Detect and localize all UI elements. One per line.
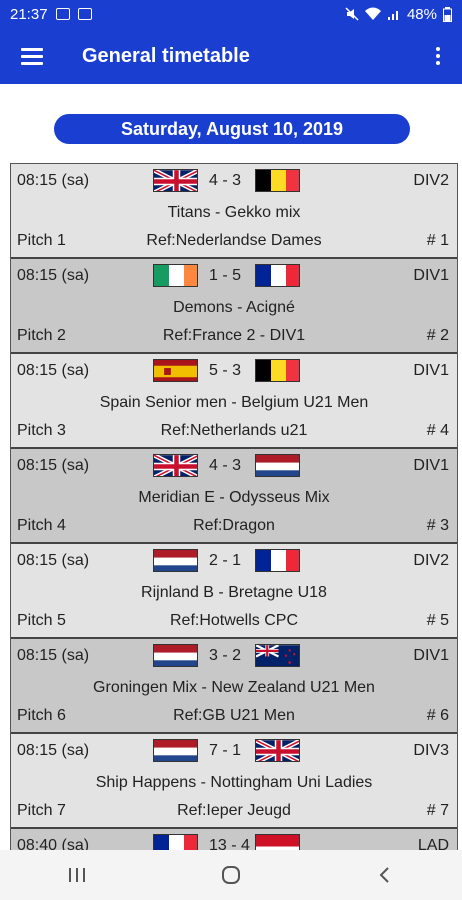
status-bar: 21:37 48% [0, 0, 462, 28]
match-referee: Ref:Hotwells CPC [169, 612, 299, 629]
team2-flag-icon [255, 644, 300, 667]
match-score: 4 - 3 [209, 172, 242, 189]
match-time: 08:15 (sa) [17, 742, 90, 759]
match-row[interactable]: 08:15 (sa) 4 - 3 DIV2 Titans - Gekko mix… [11, 164, 457, 259]
match-score: 3 - 2 [209, 647, 242, 664]
match-number: # 1 [426, 232, 449, 249]
match-score: 1 - 5 [209, 267, 242, 284]
team1-flag-icon [153, 644, 198, 667]
date-selector[interactable]: Saturday, August 10, 2019 [54, 114, 410, 144]
hamburger-menu-icon[interactable] [0, 28, 64, 84]
team2-flag-icon [255, 359, 300, 382]
match-row[interactable]: 08:40 (sa) 13 - 4 LAD [11, 829, 457, 850]
match-referee: Ref:Dragon [193, 517, 275, 534]
match-row[interactable]: 08:15 (sa) 5 - 3 DIV1 Spain Senior men -… [11, 354, 457, 449]
match-score: 7 - 1 [209, 742, 242, 759]
match-teams: Demons - Acigné [173, 299, 295, 316]
match-time: 08:15 (sa) [17, 647, 90, 664]
match-division: DIV1 [413, 647, 449, 664]
match-teams: Spain Senior men - Belgium U21 Men [99, 394, 369, 411]
team1-flag-icon [153, 359, 198, 382]
battery-percent: 48% [406, 5, 437, 23]
mail-notification-icon [77, 8, 92, 20]
team1-flag-icon [153, 454, 198, 477]
match-time: 08:15 (sa) [17, 457, 90, 474]
match-division: DIV2 [413, 552, 449, 569]
status-time: 21:37 [10, 5, 48, 23]
match-teams: Ship Happens - Nottingham Uni Ladies [95, 774, 373, 791]
match-time: 08:15 (sa) [17, 267, 90, 284]
match-score: 2 - 1 [209, 552, 242, 569]
team2-flag-icon [255, 739, 300, 762]
match-division: DIV1 [413, 267, 449, 284]
match-teams: Rijnland B - Bretagne U18 [141, 584, 327, 601]
team2-flag-icon [255, 264, 300, 287]
match-division: DIV2 [413, 172, 449, 189]
match-score: 5 - 3 [209, 362, 242, 379]
match-number: # 4 [426, 422, 449, 439]
team2-flag-icon [255, 169, 300, 192]
match-number: # 3 [426, 517, 449, 534]
match-division: DIV3 [413, 742, 449, 759]
system-navigation-bar [0, 850, 462, 900]
team2-flag-icon [255, 834, 300, 850]
team1-flag-icon [153, 169, 198, 192]
match-time: 08:15 (sa) [17, 552, 90, 569]
match-row[interactable]: 08:15 (sa) 1 - 5 DIV1 Demons - Acigné Pi… [11, 259, 457, 354]
match-division: LAD [417, 837, 449, 850]
match-number: # 7 [426, 802, 449, 819]
team1-flag-icon [153, 739, 198, 762]
image-notification-icon [55, 8, 70, 20]
match-time: 08:40 (sa) [17, 837, 90, 850]
more-vertical-icon[interactable] [414, 28, 462, 84]
mute-icon [345, 7, 359, 21]
battery-icon [443, 6, 452, 22]
match-number: # 5 [426, 612, 449, 629]
match-teams: Meridian E - Odysseus Mix [138, 489, 330, 506]
app-bar: General timetable [0, 28, 462, 84]
match-referee: Ref:Netherlands u21 [160, 422, 308, 439]
match-score: 13 - 4 [209, 837, 250, 850]
match-row[interactable]: 08:15 (sa) 7 - 1 DIV3 Ship Happens - Not… [11, 734, 457, 829]
match-number: # 6 [426, 707, 449, 724]
match-list[interactable]: 08:15 (sa) 4 - 3 DIV2 Titans - Gekko mix… [10, 163, 458, 850]
back-icon[interactable] [355, 855, 415, 895]
team1-flag-icon [153, 549, 198, 572]
match-referee: Ref:Ieper Jeugd [177, 802, 291, 819]
recent-apps-icon[interactable] [47, 855, 107, 895]
team1-flag-icon [153, 264, 198, 287]
match-number: # 2 [426, 327, 449, 344]
match-row[interactable]: 08:15 (sa) 3 - 2 DIV1 Groningen Mix - Ne… [11, 639, 457, 734]
match-time: 08:15 (sa) [17, 362, 90, 379]
home-icon[interactable] [201, 855, 261, 895]
match-row[interactable]: 08:15 (sa) 2 - 1 DIV2 Rijnland B - Breta… [11, 544, 457, 639]
match-row[interactable]: 08:15 (sa) 4 - 3 DIV1 Meridian E - Odyss… [11, 449, 457, 544]
match-score: 4 - 3 [209, 457, 242, 474]
signal-icon [387, 11, 398, 20]
match-teams: Groningen Mix - New Zealand U21 Men [93, 679, 375, 696]
match-division: DIV1 [413, 457, 449, 474]
wifi-icon [364, 7, 381, 20]
team2-flag-icon [255, 454, 300, 477]
team1-flag-icon [153, 834, 198, 850]
team2-flag-icon [255, 549, 300, 572]
match-time: 08:15 (sa) [17, 172, 90, 189]
match-teams: Titans - Gekko mix [167, 204, 301, 221]
match-referee: Ref:GB U21 Men [173, 707, 295, 724]
match-division: DIV1 [413, 362, 449, 379]
match-referee: Ref:France 2 - DIV1 [162, 327, 306, 344]
page-title: General timetable [82, 44, 250, 67]
match-referee: Ref:Nederlandse Dames [146, 232, 322, 249]
